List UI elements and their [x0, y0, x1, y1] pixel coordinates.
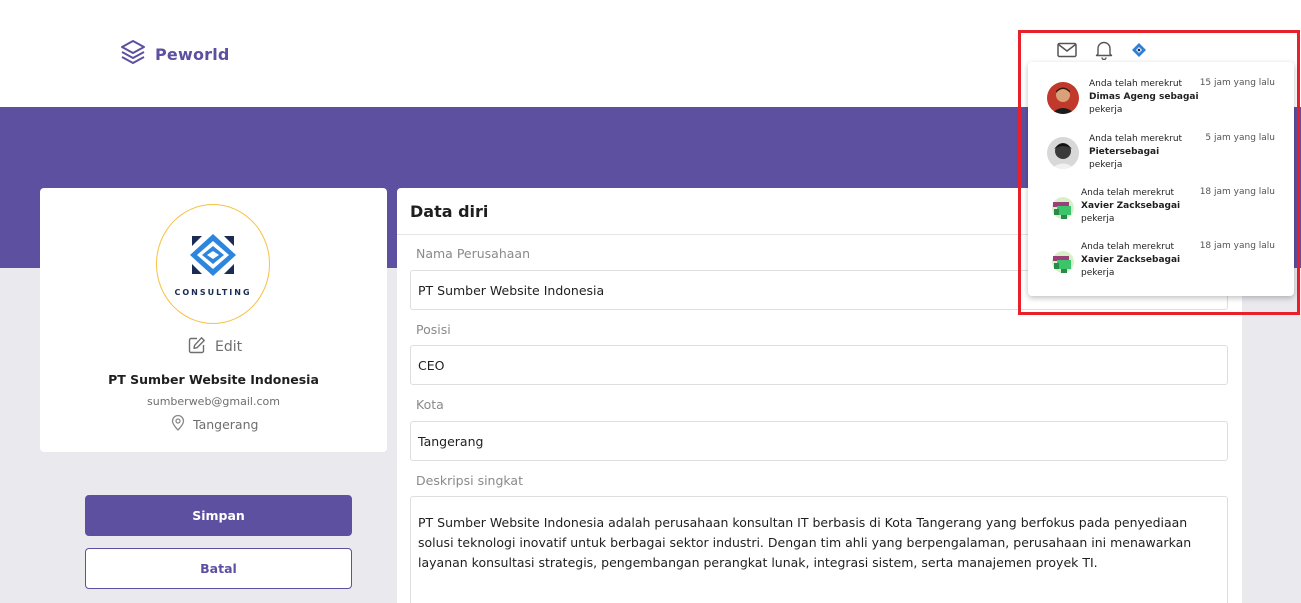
form-title: Data diri: [410, 202, 489, 221]
company-email: sumberweb@gmail.com: [147, 395, 280, 408]
city-input[interactable]: Tangerang: [410, 421, 1228, 461]
notification-suffix: pekerja: [1081, 268, 1115, 278]
company-location: Tangerang: [171, 414, 259, 434]
notification-prefix: Anda telah merekrut: [1089, 79, 1183, 89]
notification-who: Pietersebagai: [1089, 147, 1160, 157]
avatar: [1047, 191, 1079, 223]
location-label: Tangerang: [193, 417, 259, 432]
notification-item[interactable]: Anda telah merekrut Dimas Ageng sebagai …: [1028, 78, 1294, 132]
brand-name: Peworld: [155, 44, 230, 64]
notification-suffix: pekerja: [1081, 214, 1115, 224]
company-name-label: Nama Perusahaan: [416, 246, 531, 261]
company-name: PT Sumber Website Indonesia: [108, 372, 319, 387]
notification-text: Anda telah merekrut Xavier Zacksebagai p…: [1081, 241, 1191, 280]
save-button[interactable]: Simpan: [85, 495, 352, 536]
layers-icon: [119, 38, 147, 70]
notification-dropdown: Anda telah merekrut Dimas Ageng sebagai …: [1028, 62, 1294, 296]
cancel-button[interactable]: Batal: [85, 548, 352, 589]
notification-prefix: Anda telah merekrut: [1081, 188, 1175, 198]
position-input[interactable]: CEO: [410, 345, 1228, 385]
notification-prefix: Anda telah merekrut: [1081, 242, 1175, 252]
notification-who: Dimas Ageng sebagai: [1089, 92, 1199, 102]
map-pin-icon: [171, 414, 185, 434]
notification-time: 18 jam yang lalu: [1199, 241, 1275, 251]
notification-text: Anda telah merekrut Dimas Ageng sebagai …: [1089, 78, 1199, 117]
edit-label: Edit: [215, 339, 243, 355]
city-label: Kota: [416, 397, 444, 412]
notification-who: Xavier Zacksebagai: [1081, 201, 1181, 211]
logo-text: CONSULTING: [174, 287, 252, 297]
pencil-icon: [188, 336, 206, 358]
avatar: [1047, 137, 1079, 169]
notification-prefix: Anda telah merekrut: [1089, 134, 1183, 144]
notification-item[interactable]: Anda telah merekrut Xavier Zacksebagai p…: [1028, 241, 1294, 295]
notification-who: Xavier Zacksebagai: [1081, 255, 1181, 265]
avatar: [1047, 245, 1079, 277]
notification-text: Anda telah merekrut Xavier Zacksebagai p…: [1081, 187, 1191, 226]
description-textarea[interactable]: PT Sumber Website Indonesia adalah perus…: [410, 496, 1228, 603]
brand-logo[interactable]: Peworld: [119, 38, 230, 70]
profile-card: CONSULTING Edit PT Sumber Website Indone…: [40, 188, 387, 452]
edit-avatar-button[interactable]: Edit: [188, 336, 242, 358]
notification-suffix: pekerja: [1089, 105, 1123, 115]
position-label: Posisi: [416, 322, 451, 337]
notification-item[interactable]: Anda telah merekrut Xavier Zacksebagai p…: [1028, 187, 1294, 241]
notification-suffix: pekerja: [1089, 160, 1123, 170]
consulting-logo-icon: [188, 232, 238, 282]
notification-time: 18 jam yang lalu: [1199, 187, 1275, 197]
description-label: Deskripsi singkat: [416, 473, 523, 488]
notification-time: 5 jam yang lalu: [1205, 133, 1275, 143]
avatar: [1047, 82, 1079, 114]
notification-time: 15 jam yang lalu: [1199, 78, 1275, 88]
notification-text: Anda telah merekrut Pietersebagai pekerj…: [1089, 133, 1199, 172]
company-avatar: CONSULTING: [156, 204, 270, 324]
notification-item[interactable]: Anda telah merekrut Pietersebagai pekerj…: [1028, 133, 1294, 187]
